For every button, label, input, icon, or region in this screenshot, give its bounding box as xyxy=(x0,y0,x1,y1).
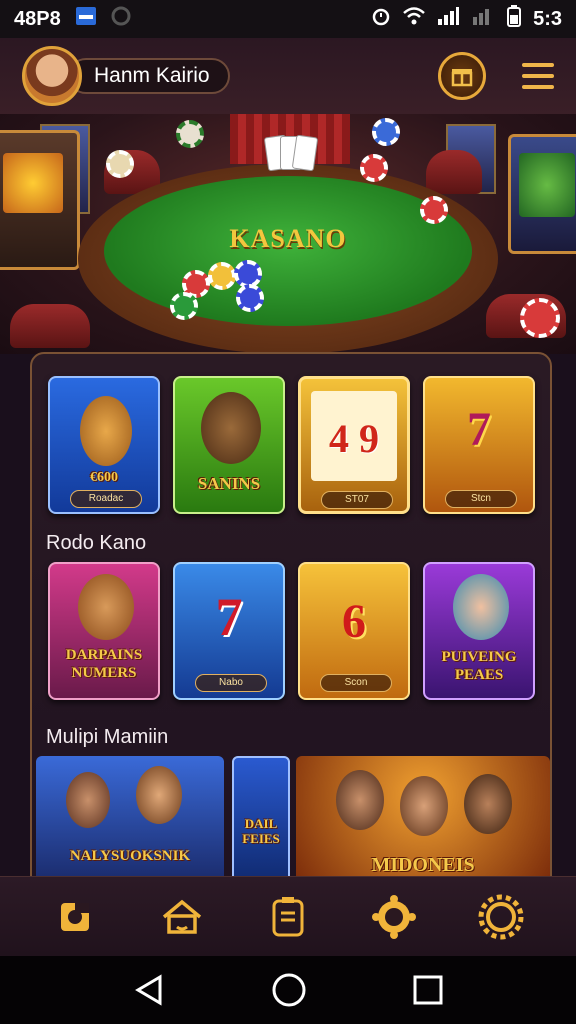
crop-icon xyxy=(61,902,90,931)
game-banner[interactable]: MIDONEIS xyxy=(296,756,550,880)
chip-decoration xyxy=(176,120,204,148)
character-art xyxy=(336,770,384,830)
game-tile[interactable]: €600 Roadac xyxy=(48,376,160,514)
nav-settings[interactable] xyxy=(475,891,527,943)
signal-icon xyxy=(437,7,460,31)
bottom-nav xyxy=(0,876,576,956)
settings-icon xyxy=(478,894,524,939)
game-tile[interactable]: 7 Nabo xyxy=(173,562,285,700)
game-title: DARPAINS NUMERS xyxy=(65,647,143,681)
home-circle-icon[interactable] xyxy=(271,972,307,1008)
game-play-button[interactable]: ST07 xyxy=(321,491,393,509)
game-title: PUIVEING PEAES xyxy=(441,649,517,683)
playing-cards-decoration xyxy=(263,134,326,176)
character-art xyxy=(80,396,132,466)
back-icon[interactable] xyxy=(132,973,166,1007)
user-name: Hanm Kairio xyxy=(94,64,210,87)
game-title: €600 xyxy=(90,470,118,485)
settings-notification-icon xyxy=(111,6,131,32)
status-bar: 48P8 5:3 xyxy=(0,0,576,38)
game-play-button[interactable]: Stcn xyxy=(445,490,517,508)
chip-decoration xyxy=(106,150,134,178)
app-notification-icon xyxy=(75,6,97,32)
game-play-button[interactable]: Roadac xyxy=(70,490,142,508)
character-art xyxy=(78,574,134,640)
game-play-button[interactable]: Nabo xyxy=(195,674,267,692)
chip-decoration xyxy=(520,298,560,338)
system-nav-bar xyxy=(0,956,576,1024)
character-art xyxy=(136,766,182,824)
chip-decoration xyxy=(236,284,264,312)
alarm-icon xyxy=(371,6,391,32)
chair-decoration xyxy=(426,150,482,194)
status-time: 5:3 xyxy=(533,7,562,30)
character-art xyxy=(453,574,509,640)
nav-chat[interactable] xyxy=(368,891,420,943)
game-banner[interactable]: DAIL FEIES xyxy=(232,756,290,880)
battery-icon xyxy=(507,5,522,33)
gift-icon xyxy=(451,69,473,87)
game-title: SANINS xyxy=(197,474,261,493)
chip-decoration xyxy=(360,154,388,182)
hero-banner[interactable]: KASANO xyxy=(0,114,576,354)
wifi-icon xyxy=(403,7,425,31)
nav-wallet[interactable] xyxy=(262,891,314,943)
game-tile[interactable]: SANINS xyxy=(173,376,285,514)
wallet-icon xyxy=(272,896,304,936)
nav-home[interactable] xyxy=(156,891,208,943)
game-title: 7 xyxy=(215,587,243,647)
recents-icon[interactable] xyxy=(412,974,444,1006)
character-art xyxy=(66,772,110,828)
games-row-2: DARPAINS NUMERS 7 Nabo 6 Scon PUIVEING P… xyxy=(48,562,535,700)
wolf-art xyxy=(201,392,261,464)
game-title: MIDONEIS xyxy=(371,854,475,876)
game-tile[interactable]: 7 Stcn xyxy=(423,376,535,514)
game-title: NALYSUOKSNIK xyxy=(69,848,191,864)
user-name-pill[interactable]: Hanm Kairio xyxy=(68,58,230,94)
game-banner[interactable]: NALYSUOKSNIK xyxy=(36,756,224,880)
chip-decoration xyxy=(170,292,198,320)
game-tile[interactable]: 4 9 ST07 xyxy=(298,376,410,514)
table-logo: KASANO xyxy=(229,224,347,253)
game-title: DAIL FEIES xyxy=(242,816,280,846)
chip-decoration xyxy=(208,262,236,290)
hamburger-icon-line xyxy=(522,85,554,89)
games-row-1: €600 Roadac SANINS 4 9 ST07 7 Stcn xyxy=(48,376,535,514)
character-art xyxy=(464,774,512,834)
section-title: Mulipi Mamiin xyxy=(46,726,169,748)
status-left-text: 48P8 xyxy=(14,7,61,30)
game-tile[interactable]: DARPAINS NUMERS xyxy=(48,562,160,700)
game-play-button[interactable]: Scon xyxy=(320,674,392,692)
game-title: 7 xyxy=(467,403,491,456)
games-panel: €600 Roadac SANINS 4 9 ST07 7 Stcn Rodo … xyxy=(30,352,552,882)
game-title: 4 9 xyxy=(329,416,379,461)
section-title: Rodo Kano xyxy=(46,532,147,554)
chat-icon xyxy=(372,894,417,939)
game-tile[interactable]: PUIVEING PEAES xyxy=(423,562,535,700)
chip-decoration xyxy=(372,118,400,146)
nav-crop[interactable] xyxy=(49,891,101,943)
hamburger-icon-line xyxy=(522,74,554,78)
home-icon xyxy=(162,899,201,934)
hamburger-icon-line xyxy=(522,63,554,67)
menu-button[interactable] xyxy=(522,63,554,89)
chip-decoration xyxy=(420,196,448,224)
data-icon xyxy=(471,7,495,31)
game-tile[interactable]: 6 Scon xyxy=(298,562,410,700)
bonus-button[interactable] xyxy=(438,52,486,100)
chair-decoration xyxy=(10,304,90,348)
app-header: Hanm Kairio xyxy=(0,38,576,114)
game-title: 6 xyxy=(342,595,366,648)
character-art xyxy=(400,776,448,836)
avatar[interactable] xyxy=(22,46,82,106)
